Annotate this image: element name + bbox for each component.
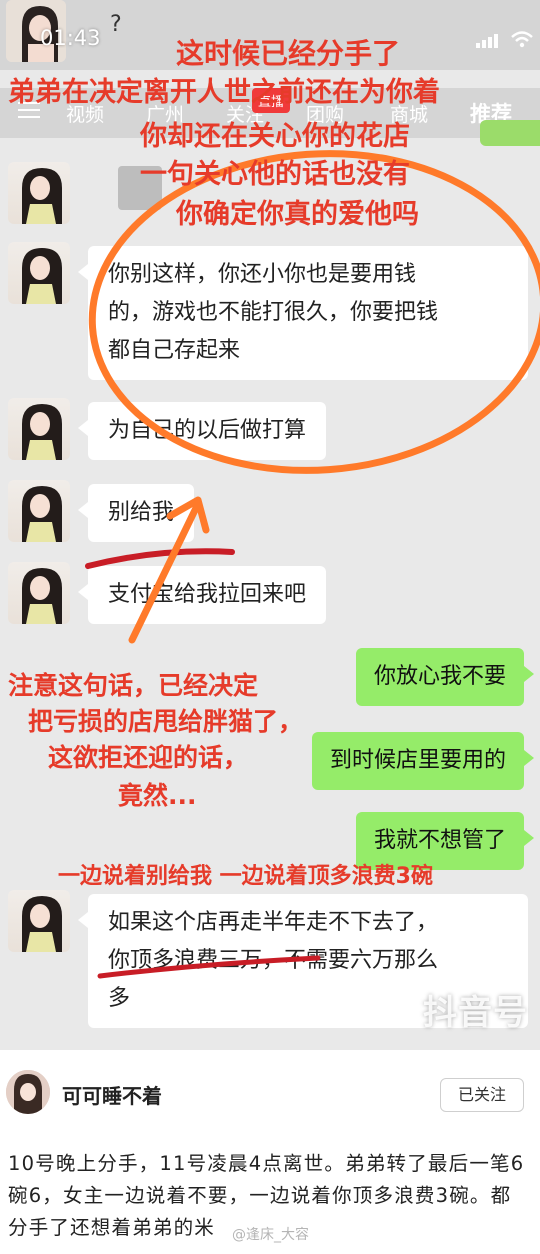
annotation-text: 这欲拒还迎的话， (48, 743, 249, 772)
arrow-icon (128, 496, 210, 644)
annotation-text: 注意这句话，已经决定 (8, 671, 259, 700)
annotation-text: 一句关心他的话也没有 (140, 159, 410, 190)
annotation-text: 竟然... (118, 781, 197, 810)
follow-button[interactable]: 已关注 (440, 1078, 524, 1112)
annotation-text: 弟弟在决定离开人世之前还在为你着 (8, 77, 440, 108)
author-avatar[interactable] (6, 1070, 50, 1114)
underline-mark (97, 955, 321, 979)
annotation-text: 这时候已经分手了 (176, 37, 401, 70)
underline-mark (85, 548, 235, 569)
watermark: 抖音号 (423, 993, 528, 1033)
annotation-text: 把亏损的店甩给胖猫了， (28, 707, 304, 736)
author-name[interactable]: 可可睡不着 (62, 1080, 162, 1109)
screenshot-area: 01:43 ? 视频 广州 关注 直播 团购 商城 推荐 你别这样，你还小你也是… (0, 0, 540, 1050)
annotation-text: 一边说着别给我 一边说着顶多浪费3碗 (58, 864, 433, 889)
annotation-text: 你确定你真的爱他吗 (176, 199, 419, 230)
source-watermark: @逢床_大容 (232, 1227, 309, 1243)
annotation-text: 你却还在关心你的花店 (140, 121, 410, 152)
